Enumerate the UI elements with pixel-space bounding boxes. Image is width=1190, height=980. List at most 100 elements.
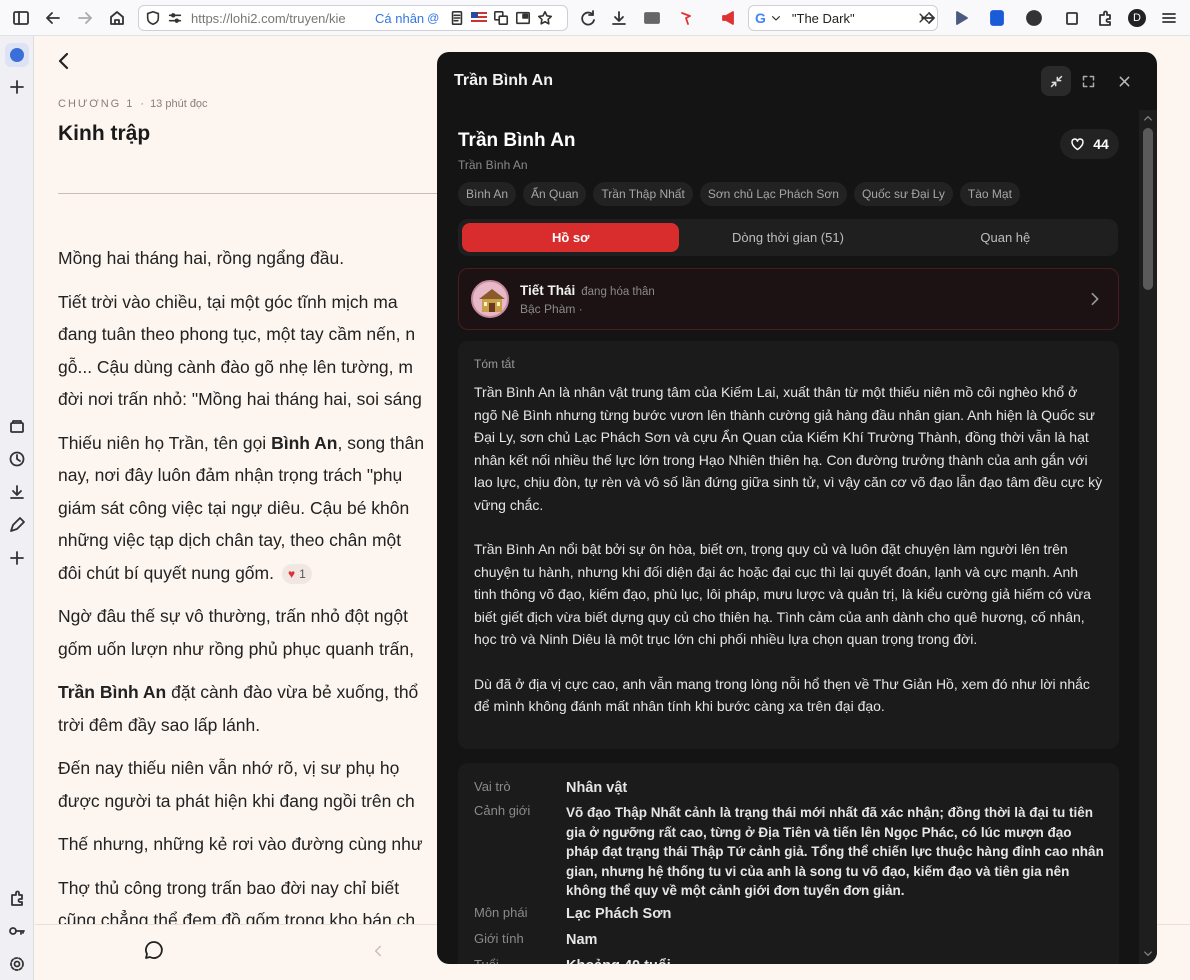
paragraph-like-count: 1 (299, 566, 306, 581)
url-bar[interactable]: https://lohi2.com/truyen/kie Cá nhân @ (138, 5, 568, 31)
extension-blue-icon[interactable] (947, 3, 977, 33)
tab-2[interactable]: Quan hệ (897, 223, 1114, 252)
sidebar-toggle-icon[interactable] (6, 3, 36, 33)
alias-list: Bình An Ẩn Quan Trần Thập Nhất Sơn chủ Lạc … (458, 182, 1020, 206)
home-icon[interactable] (102, 3, 132, 33)
megaphone-icon[interactable] (714, 3, 744, 33)
story-paragraph: Đến nay thiếu niên vẫn nhớ rõ, vị sư phụ… (58, 752, 438, 817)
reader-view-icon[interactable] (449, 10, 465, 26)
character-mention: Trần Bình An (58, 682, 167, 702)
collapse-button[interactable] (1041, 66, 1071, 96)
forward-icon[interactable] (70, 3, 100, 33)
chapter-meta: CHƯƠNG 1 · 13 phút đọc (58, 98, 208, 110)
search-box[interactable]: G "The Dark" (748, 5, 938, 31)
like-button[interactable]: 44 (1060, 129, 1119, 159)
alias-chip[interactable]: Tào Mạt (959, 182, 1020, 206)
key-icon[interactable] (8, 922, 26, 940)
story-paragraph: Thế nhưng, những kẻ rơi vào đường cùng n… (58, 828, 438, 861)
site-favicon-icon[interactable] (5, 43, 29, 67)
comment-icon[interactable] (143, 939, 165, 961)
story-paragraph: Thiếu niên họ Trần, tên gọi Bình An, son… (58, 427, 438, 590)
story-line: giám sát công việc tại ngự diêu. Cậu bé … (58, 497, 410, 518)
info-label: Cảnh giới (474, 803, 531, 818)
fullscreen-button[interactable] (1073, 66, 1103, 96)
back-icon[interactable] (38, 3, 68, 33)
prev-chapter-icon[interactable] (371, 944, 385, 958)
story-line: đang tuân theo phong tục, một tay cầm nế… (58, 324, 416, 344)
translate-icon[interactable] (493, 10, 509, 26)
summary-card: Tóm tắt Trần Bình An là nhân vật trung t… (458, 341, 1119, 749)
drawer-title: Trần Bình An (454, 72, 553, 89)
bitwarden-icon[interactable] (982, 3, 1012, 33)
downloads-icon[interactable] (604, 3, 634, 33)
bookmark-star-icon[interactable] (537, 10, 553, 26)
profile-label[interactable]: Cá nhân (375, 11, 424, 26)
extensions-puzzle-icon[interactable] (1090, 3, 1120, 33)
temple-icon (479, 289, 505, 312)
browser-sidebar (0, 36, 34, 980)
story-line: Thế nhưng, những kẻ rơi vào đường cùng n… (58, 834, 423, 854)
chevron-down-icon[interactable] (770, 12, 782, 24)
info-value: Lạc Phách Sơn (566, 906, 672, 922)
search-go-icon[interactable] (913, 3, 943, 33)
reader-back-icon[interactable] (53, 50, 75, 72)
chevron-right-icon (1091, 292, 1099, 306)
story-line: đời nơi trấn nhỏ: "Mồng hai tháng hai, s… (58, 389, 422, 409)
heart-filled-icon: ♥ (287, 566, 296, 581)
summary-text: Trần Bình An là nhân vật trung tâm của K… (474, 381, 1103, 718)
like-count: 44 (1093, 136, 1109, 152)
scroll-up-icon[interactable] (1142, 112, 1154, 124)
site-settings-icon[interactable] (167, 10, 183, 26)
history-icon[interactable] (8, 450, 26, 468)
menu-icon[interactable] (1154, 3, 1184, 33)
story-line: Mồng hai tháng hai, rồng ngẩng đầu. (58, 248, 345, 268)
extension-pin-icon[interactable] (671, 3, 701, 33)
mail-icon[interactable] (637, 3, 667, 33)
story-line: những việc tạp dịch chân tay, theo chân … (58, 530, 402, 550)
summary-paragraph: Dù đã ở địa vị cực cao, anh vẫn mang tro… (474, 675, 1090, 715)
character-name: Trần Bình An (458, 130, 576, 151)
alias-chip[interactable]: Trần Thập Nhất (593, 182, 693, 206)
add-panel-icon[interactable] (8, 78, 26, 96)
chapter-label: CHƯƠNG 1 (58, 98, 135, 110)
scroll-down-icon[interactable] (1142, 948, 1154, 960)
linked-character-card[interactable]: Tiết Thái đang hóa thân Bậc Phàm · (458, 268, 1119, 330)
alias-chip[interactable]: Bình An (458, 182, 517, 206)
extensions-icon[interactable] (8, 889, 26, 907)
info-label: Vai trò (474, 779, 511, 794)
info-label: Môn phái (474, 905, 528, 920)
swirl-icon[interactable]: @ (427, 11, 439, 25)
settings-gear-icon[interactable] (8, 955, 26, 973)
sidebar-downloads-icon[interactable] (8, 483, 26, 501)
alias-chip[interactable]: Sơn chủ Lạc Phách Sơn (699, 182, 847, 206)
reload-icon[interactable] (573, 3, 603, 33)
library-icon[interactable] (8, 417, 26, 435)
drawer-body: Trần Bình An Trần Bình An 44 Bình An Ẩn Q… (437, 110, 1139, 964)
pen-icon[interactable] (8, 516, 26, 534)
linked-state: đang hóa thân (581, 286, 655, 298)
scrollbar-thumb[interactable] (1143, 128, 1153, 290)
story-paragraph: Trần Bình An đặt cành đào vừa bẻ xuống, … (58, 676, 438, 741)
paragraph-like-badge[interactable]: ♥ 1 (281, 563, 312, 584)
heart-outline-icon (1071, 137, 1084, 150)
collapse-arrows-icon (1050, 75, 1062, 87)
story-line: gốm uốn lượn như rồng phủ phục quanh trấ… (58, 638, 414, 659)
linked-realm: Bậc Phàm · (520, 302, 583, 316)
linked-avatar (471, 280, 509, 318)
screenshot-icon[interactable] (515, 10, 531, 26)
close-button[interactable] (1109, 66, 1139, 96)
tab-1[interactable]: Dòng thời gian (51) (679, 223, 896, 252)
ublock-icon[interactable] (1019, 3, 1049, 33)
story-line: gỗ... Cậu dùng cành đào gõ nhẹ lên tường… (58, 356, 413, 377)
character-mention: Bình An (271, 432, 338, 453)
alias-chip[interactable]: Quốc sư Đại Ly (853, 182, 953, 206)
drawer-scrollbar[interactable] (1139, 110, 1157, 964)
story-line: nay, nơi đây luôn đảm nhận trọng trách "… (58, 465, 403, 485)
alias-chip[interactable]: Ẩn Quan (523, 182, 587, 206)
story-line: Thợ thủ công trong trấn bao đời nay chỉ … (58, 877, 400, 898)
tab-0[interactable]: Hồ sơ (462, 223, 680, 252)
account-avatar-icon[interactable]: D (1122, 3, 1152, 33)
us-flag-icon[interactable] (471, 12, 488, 24)
badge-extension-icon[interactable] (1058, 3, 1088, 33)
sidebar-add-icon[interactable] (8, 549, 26, 567)
